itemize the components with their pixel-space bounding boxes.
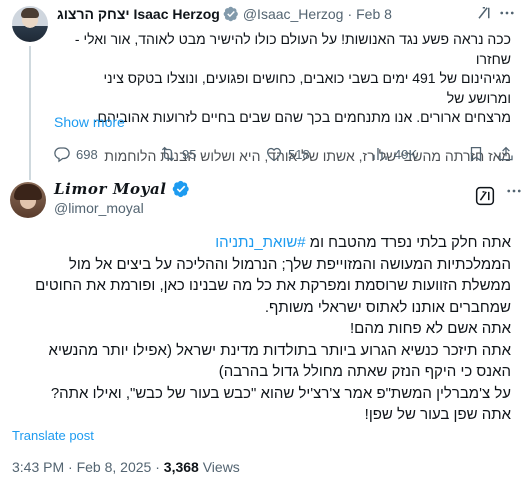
tweet-text-line: מגיהינום של 491 ימים בשבי כואבים, כחושים…: [103, 70, 511, 106]
tweet-text-line: ממשלת הזוועות שרוסמת ומפרקת את כל מה שבנ…: [35, 277, 511, 294]
avatar[interactable]: [12, 6, 48, 42]
main-tweet-text: אתה חלק בלתי נפרד מהטבח ומ #שואת_נתניהו …: [12, 232, 511, 426]
bookmark-button[interactable]: [467, 145, 490, 163]
main-author-name-row: Limor Moyal: [54, 178, 190, 200]
author-handle[interactable]: @limor_moyal: [54, 200, 144, 216]
tweet-text-segment: אתה חלק בלתי נפרד מהטבח ומ: [305, 234, 511, 251]
thread-connector-line: [29, 46, 31, 180]
grey-verified-badge-icon: [223, 6, 238, 22]
views-chart-icon: [373, 148, 387, 160]
tweet-text-line: אתה שפן בעור של שפן!: [364, 406, 511, 423]
views-count: 3,368: [163, 459, 199, 475]
post-date[interactable]: Feb 8, 2025: [77, 459, 152, 475]
separator-dot: ·: [68, 459, 73, 475]
reply-count: 698: [76, 146, 98, 162]
reply-icon: [54, 147, 70, 163]
views-button[interactable]: 49K: [371, 145, 417, 163]
reply-button[interactable]: 698: [53, 145, 98, 163]
share-button[interactable]: [497, 145, 520, 163]
tweet-text-line: ככה נראה פשע נגד האנושות! על העולם כולו …: [74, 31, 511, 67]
separator-dot: ·: [347, 6, 353, 22]
parent-tweet[interactable]: יצחק הרצוג Isaac Herzog @Isaac_Herzog · …: [0, 0, 524, 172]
tweet-text-line: אתה חלק בלתי נפרד מהטבח ומ #שואת_נתניהו: [12, 232, 511, 254]
separator-dot: ·: [155, 459, 160, 475]
translate-post-link[interactable]: Translate post: [12, 428, 94, 443]
hashtag-link[interactable]: #שואת_נתניהו: [215, 234, 305, 251]
grok-icon[interactable]: [476, 4, 494, 22]
avatar[interactable]: [10, 182, 46, 218]
more-dots-icon[interactable]: [505, 182, 523, 200]
parent-tweet-actions: 698 95 518 49K: [53, 144, 513, 164]
author-handle[interactable]: @Isaac_Herzog: [243, 6, 344, 22]
post-date[interactable]: Feb 8: [356, 6, 392, 22]
bookmark-icon: [470, 146, 482, 162]
repost-icon: [161, 146, 175, 162]
repost-count: 95: [182, 146, 197, 162]
like-button[interactable]: 518: [265, 145, 310, 163]
views-label: Views: [202, 459, 240, 475]
post-meta: 3:43 PM · Feb 8, 2025 · 3,368 Views: [12, 459, 240, 475]
tweet-text-line: אתה תיזכר כנשיא הגרוע ביותר בתולדות מדינ…: [48, 341, 511, 359]
author-name[interactable]: יצחק הרצוג Isaac Herzog: [57, 6, 220, 22]
like-count: 518: [288, 146, 310, 162]
repost-button[interactable]: 95: [159, 145, 196, 163]
author-name[interactable]: Limor Moyal: [54, 180, 167, 198]
show-more-link[interactable]: Show more: [54, 114, 125, 130]
views-count: 49K: [394, 146, 418, 162]
parent-tweet-header: יצחק הרצוג Isaac Herzog @Isaac_Herzog · …: [57, 4, 510, 24]
grok-button[interactable]: [469, 180, 501, 212]
blue-verified-badge-icon: [172, 180, 189, 198]
share-icon: [499, 146, 513, 161]
heart-icon: [266, 147, 282, 162]
post-time[interactable]: 3:43 PM: [12, 459, 64, 475]
grok-icon: [475, 186, 495, 206]
tweet-text-line: הממלכתיות המעושה והמזוייפת שלך; הנרמול ו…: [68, 255, 511, 273]
more-dots-icon[interactable]: [498, 4, 516, 22]
tweet-text-line: מרצחים ארורים. אנו מתנחמים בכך שהם שבים …: [93, 109, 511, 125]
tweet-text-line: על צ'מברלין המשת"פ אמר צ'רצ'יל שהוא "כבש…: [50, 384, 511, 402]
tweet-text-line: האנס כי היקף הנזק שאתה מחולל גדול בהרבה): [218, 363, 511, 380]
tweet-text-line: שמחברים אותנו לאתוס ישראלי משותף.: [264, 298, 511, 316]
tweet-text-line: אתה אשם לא פחות מהם!: [349, 320, 511, 337]
